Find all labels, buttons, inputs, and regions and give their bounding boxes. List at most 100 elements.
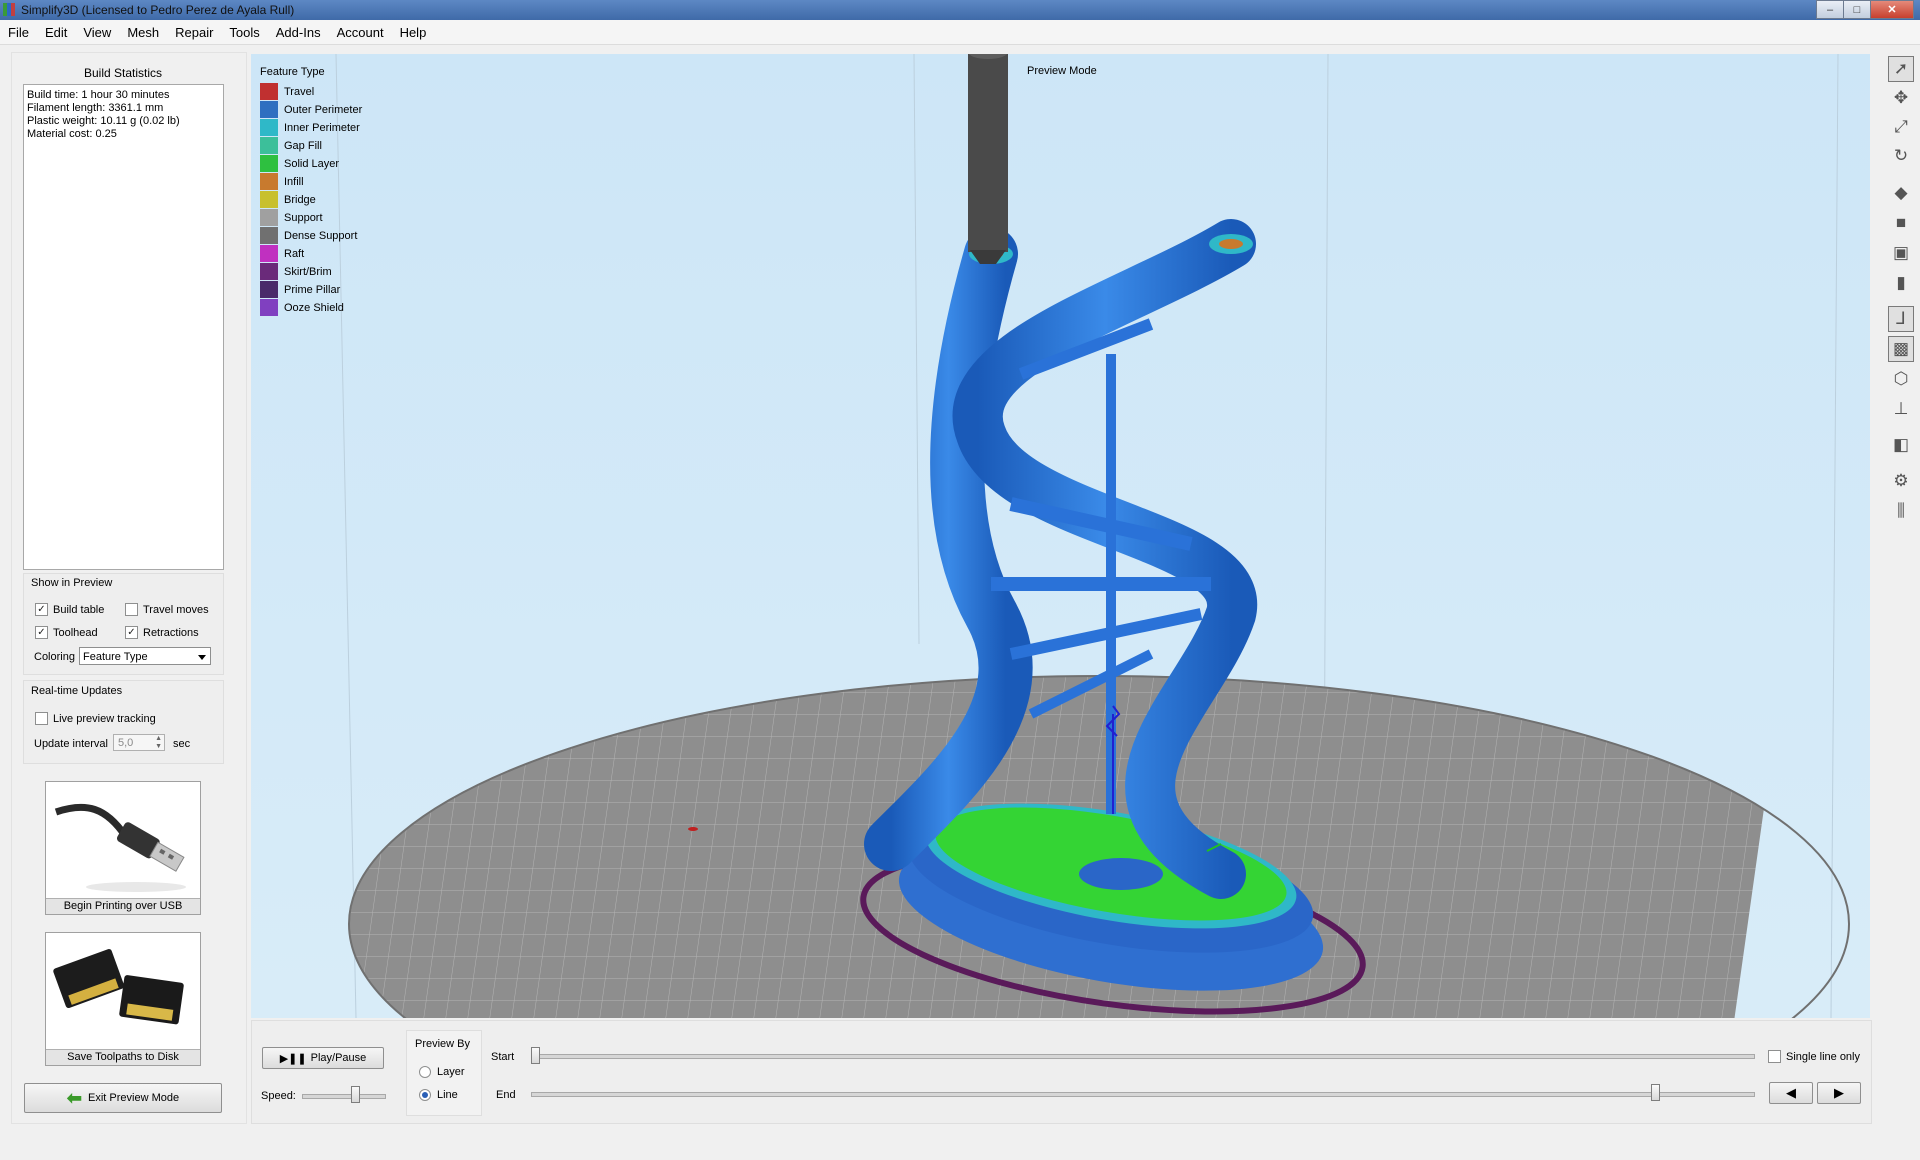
cross-section-button[interactable]: ◧	[1888, 432, 1914, 458]
legend-label: Solid Layer	[284, 157, 340, 170]
menu-bar: File Edit View Mesh Repair Tools Add-Ins…	[0, 20, 1920, 45]
legend-item: Prime Pillar	[260, 281, 340, 298]
legend-item: Inner Perimeter	[260, 119, 360, 136]
stat-filament-length: Filament length: 3361.1 mm	[27, 102, 164, 114]
axes-button[interactable]: ⅃	[1888, 306, 1914, 332]
select-button[interactable]: ➚	[1888, 56, 1914, 82]
legend-swatch	[260, 299, 278, 316]
window-title: Simplify3D (Licensed to Pedro Perez de A…	[21, 3, 295, 17]
minimize-button[interactable]: –	[1816, 0, 1844, 19]
move-button[interactable]: ✥	[1888, 85, 1914, 111]
rotate-button[interactable]: ↻	[1888, 143, 1914, 169]
menu-add-ins[interactable]: Add-Ins	[268, 25, 329, 40]
step-forward-button[interactable]: ▶	[1817, 1082, 1861, 1104]
line-label: Line	[437, 1089, 458, 1101]
side-view-button[interactable]: ▮	[1888, 270, 1914, 296]
3d-viewport[interactable]	[251, 54, 1870, 1018]
build-statistics-title: Build Statistics	[83, 66, 163, 80]
iso-view-button[interactable]: ◆	[1888, 180, 1914, 206]
spin-arrows-icon: ▲ ▼	[155, 735, 162, 750]
back-arrow-icon: ⬅	[66, 1087, 82, 1108]
travel-moves-label: Travel moves	[143, 603, 209, 616]
legend-swatch	[260, 173, 278, 190]
menu-view[interactable]: View	[75, 25, 119, 40]
update-interval-spinbox[interactable]: 5,0 ▲ ▼	[113, 734, 165, 751]
update-interval-value: 5,0	[118, 737, 134, 749]
close-button[interactable]: ✕	[1870, 0, 1914, 19]
app-icon	[3, 3, 15, 16]
menu-account[interactable]: Account	[329, 25, 392, 40]
legend-swatch	[260, 137, 278, 154]
coloring-label: Coloring	[34, 651, 75, 663]
normals-button[interactable]: ⊥	[1888, 396, 1914, 422]
live-preview-tracking-checkbox[interactable]: Live preview tracking	[35, 712, 156, 725]
end-label: End	[496, 1089, 516, 1101]
usb-cable-icon	[54, 803, 186, 892]
toolhead-checkbox[interactable]: ✓ Toolhead	[35, 626, 98, 639]
iso-view-icon: ◆	[1894, 183, 1908, 202]
cross-section-icon: ◧	[1892, 435, 1910, 454]
legend-label: Bridge	[284, 193, 316, 206]
front-view-button[interactable]: ■	[1888, 210, 1914, 236]
wireframe-button[interactable]: ⬡	[1888, 366, 1914, 392]
preview-scene	[251, 54, 1870, 1018]
wireframe-icon: ⬡	[1893, 369, 1909, 388]
preview-by-line-radio[interactable]: Line	[419, 1089, 458, 1101]
maximize-button[interactable]: □	[1843, 0, 1871, 19]
legend-item: Solid Layer	[260, 155, 339, 172]
play-pause-icon: ▶❚❚	[279, 1052, 307, 1065]
preview-by-layer-radio[interactable]: Layer	[419, 1066, 465, 1078]
support-icon: ⫼	[1897, 501, 1905, 520]
checkbox-box	[1768, 1050, 1781, 1063]
checkbox-box: ✓	[125, 626, 138, 639]
top-view-button[interactable]: ▣	[1888, 240, 1914, 266]
start-slider-thumb[interactable]	[531, 1047, 540, 1064]
play-pause-button[interactable]: ▶❚❚ Play/Pause	[262, 1047, 384, 1069]
menu-help[interactable]: Help	[392, 25, 435, 40]
retractions-label: Retractions	[143, 626, 199, 639]
menu-tools[interactable]: Tools	[221, 25, 267, 40]
dropdown-arrow-icon	[198, 655, 206, 660]
single-line-only-checkbox[interactable]: Single line only	[1768, 1050, 1860, 1063]
exit-preview-mode-button[interactable]: ⬅ Exit Preview Mode	[24, 1083, 222, 1113]
scale-button[interactable]: ⤢	[1888, 114, 1914, 140]
menu-edit[interactable]: Edit	[37, 25, 75, 40]
legend-title: Feature Type	[260, 66, 325, 78]
menu-file[interactable]: File	[0, 25, 37, 40]
legend-label: Skirt/Brim	[284, 265, 332, 278]
menu-mesh[interactable]: Mesh	[119, 25, 167, 40]
speed-slider-thumb[interactable]	[351, 1086, 361, 1103]
legend-label: Travel	[284, 85, 315, 98]
menu-repair[interactable]: Repair	[167, 25, 221, 40]
travel-moves-checkbox[interactable]: Travel moves	[125, 603, 209, 616]
legend-label: Raft	[284, 247, 305, 260]
legend-swatch	[260, 281, 278, 298]
settings-icon: ⚙	[1893, 471, 1909, 490]
legend-swatch	[260, 209, 278, 226]
legend-label: Infill	[284, 175, 304, 188]
checkbox-box: ✓	[35, 626, 48, 639]
solid-view-button[interactable]: ▩	[1888, 336, 1914, 362]
legend-swatch	[260, 191, 278, 208]
retractions-checkbox[interactable]: ✓ Retractions	[125, 626, 199, 639]
legend-swatch	[260, 101, 278, 118]
coloring-value: Feature Type	[83, 651, 148, 663]
save-toolpaths-button[interactable]: Save Toolpaths to Disk	[45, 932, 201, 1066]
legend-label: Inner Perimeter	[284, 121, 360, 134]
support-button[interactable]: ⫼	[1888, 498, 1914, 524]
build-statistics-text: Build time: 1 hour 30 minutes Filament l…	[27, 89, 180, 141]
legend-swatch	[260, 227, 278, 244]
single-line-only-label: Single line only	[1786, 1050, 1860, 1063]
toolhead-label: Toolhead	[53, 626, 98, 639]
begin-printing-usb-button[interactable]: Begin Printing over USB	[45, 781, 201, 915]
start-slider-track	[531, 1054, 1755, 1059]
speed-label: Speed:	[261, 1090, 296, 1102]
show-in-preview-title: Show in Preview	[31, 577, 113, 589]
legend-swatch	[260, 119, 278, 136]
end-slider-thumb[interactable]	[1651, 1084, 1661, 1101]
coloring-select[interactable]: Feature Type	[79, 647, 211, 665]
settings-button[interactable]: ⚙	[1888, 468, 1914, 494]
front-view-icon: ■	[1895, 213, 1907, 232]
build-table-checkbox[interactable]: ✓ Build table	[35, 603, 104, 616]
step-back-button[interactable]: ◀	[1769, 1082, 1813, 1104]
